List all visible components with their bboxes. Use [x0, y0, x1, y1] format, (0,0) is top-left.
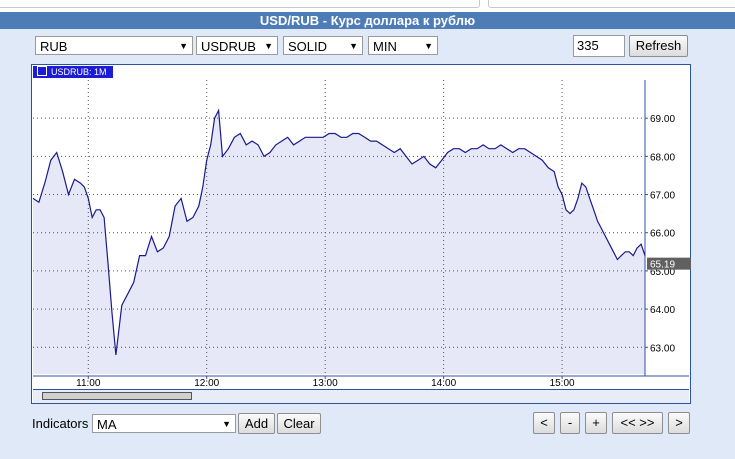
indicators-label: Indicators	[32, 416, 89, 431]
scroll-forward-button[interactable]: >	[668, 412, 690, 434]
y-tick-label: 69.00	[650, 114, 675, 125]
scrollbar-thumb[interactable]	[42, 392, 192, 400]
add-indicator-button[interactable]: Add	[238, 413, 275, 434]
x-tick-label: 12:00	[194, 378, 219, 389]
clear-indicators-button[interactable]: Clear	[277, 413, 321, 434]
fit-view-button[interactable]: << >>	[612, 412, 663, 434]
series-legend-label: USDRUB: 1M	[51, 67, 107, 77]
series-legend[interactable]: USDRUB: 1M	[33, 66, 113, 78]
legend-toggle-icon[interactable]	[37, 66, 47, 76]
x-tick-label: 15:00	[550, 378, 575, 389]
x-tick-label: 11:00	[76, 378, 101, 389]
chevron-down-icon: ▼	[222, 419, 231, 429]
y-tick-label: 63.00	[650, 343, 675, 354]
y-tick-label: 67.00	[650, 191, 675, 202]
last-price-tag: 65.19	[647, 257, 691, 271]
zoom-out-button[interactable]: -	[560, 412, 580, 434]
indicator-select-value: MA	[97, 417, 117, 432]
x-axis: 11:00 12:00 13:00 14:00 15:00	[76, 376, 575, 389]
scroll-back-button[interactable]: <	[533, 412, 555, 434]
indicator-select[interactable]: MA ▼	[92, 414, 236, 433]
x-tick-label: 13:00	[313, 378, 338, 389]
y-axis: 63.0064.0065.0066.0067.0068.0069.00	[645, 114, 675, 354]
last-price-label: 65.19	[650, 260, 675, 271]
x-tick-label: 14:00	[431, 378, 456, 389]
price-area	[33, 110, 645, 374]
y-tick-label: 64.00	[650, 305, 675, 316]
zoom-in-button[interactable]: +	[585, 412, 607, 434]
y-tick-label: 68.00	[650, 152, 675, 163]
y-tick-label: 66.00	[650, 229, 675, 240]
